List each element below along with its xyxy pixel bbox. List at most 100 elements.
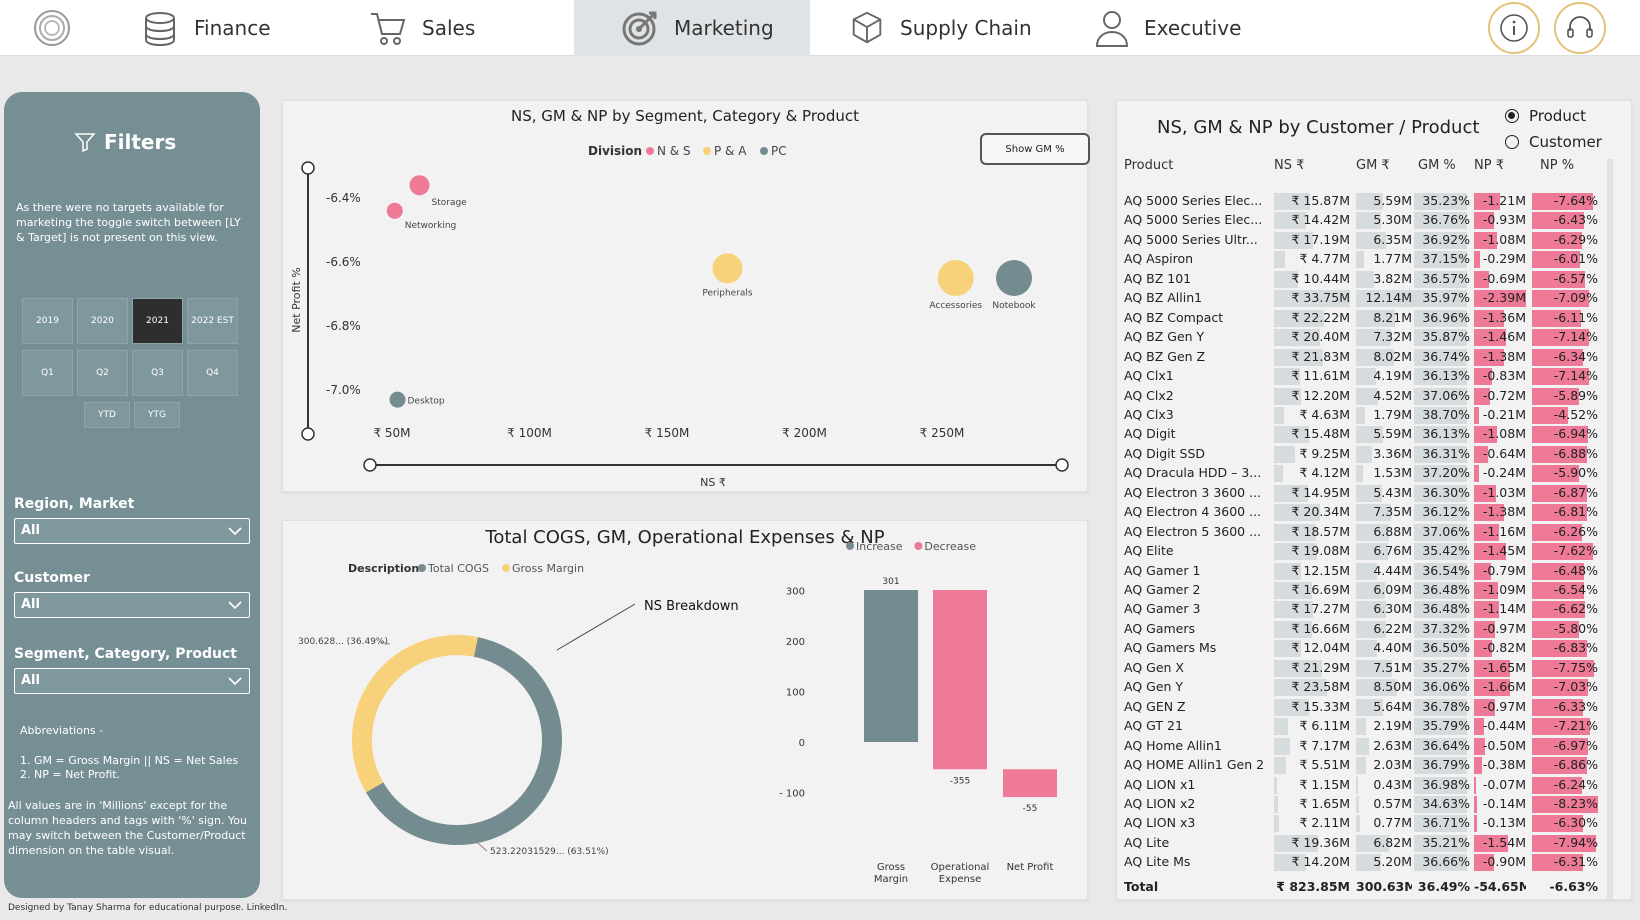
nav-sales[interactable]: Sales	[368, 0, 508, 56]
table-cell: -1.16M	[1482, 523, 1526, 539]
table-row[interactable]: AQ BZ Allin1 ₹ 33.75M 12.14M 35.97% -2.39M -7…	[1124, 289, 1604, 308]
table-row[interactable]: AQ Electron 5 3600 ... ₹ 18.57M 6.88M 37.06…	[1124, 523, 1604, 542]
wf-bar-1[interactable]	[933, 589, 987, 770]
table-row[interactable]: AQ BZ Gen Z ₹ 21.83M 8.02M 36.74% -1.38M -6.3…	[1124, 348, 1604, 367]
table-cell: 0.77M	[1373, 815, 1412, 831]
quarter-q3[interactable]: Q3	[132, 350, 183, 396]
table-cell: ₹ 14.42M	[1291, 212, 1351, 228]
table-cell: AQ HOME Allin1 Gen 2	[1124, 757, 1264, 773]
scatter-point-accessories[interactable]	[937, 260, 974, 296]
wf-bar-0[interactable]	[864, 589, 918, 742]
table-row[interactable]: AQ Gamers Ms ₹ 12.04M 4.40M 36.50% -0.82M -6.…	[1124, 639, 1604, 658]
wf-bar-2[interactable]	[1003, 769, 1057, 798]
table-row[interactable]: AQ Gamer 1 ₹ 12.15M 4.44M 36.54% -0.79M -6.48…	[1124, 562, 1604, 581]
segment-select[interactable]: All	[14, 668, 250, 694]
scatter-point-desktop[interactable]	[389, 391, 406, 408]
table-row[interactable]: AQ GEN Z ₹ 15.33M 5.64M 36.78% -0.97M -6.33%	[1124, 698, 1604, 717]
table-row[interactable]: AQ Aspiron ₹ 4.77M 1.77M 37.15% -0.29M -6.01%	[1124, 250, 1604, 269]
nav-supply-chain[interactable]: Supply Chain	[848, 0, 1048, 56]
y-slider-handle-bottom[interactable]	[301, 427, 315, 441]
table-cell: -7.94%	[1553, 834, 1598, 850]
year-2020[interactable]: 2020	[77, 298, 128, 344]
col-header-np-pct[interactable]: NP %	[1540, 158, 1574, 173]
table-row[interactable]: AQ Gen X ₹ 21.29M 7.51M 35.27% -1.65M -7.75%	[1124, 659, 1604, 678]
col-header-gm[interactable]: GM ₹	[1356, 158, 1390, 173]
table-cell: -6.43%	[1553, 212, 1598, 228]
nav-marketing[interactable]: Marketing	[574, 0, 810, 56]
wf-category-2-0: Net Profit	[1007, 862, 1054, 873]
quarter-q1[interactable]: Q1	[22, 350, 73, 396]
table-row[interactable]: AQ Digit SSD ₹ 9.25M 3.36M 36.31% -0.64M -6.8…	[1124, 445, 1604, 464]
table-cell: -0.72M	[1482, 387, 1526, 403]
radio-product[interactable]: Product	[1505, 107, 1586, 125]
period-ytd[interactable]: YTD	[84, 402, 130, 428]
scatter-point-peripherals[interactable]	[712, 253, 743, 284]
table-row[interactable]: AQ Home Allin1 ₹ 7.17M 2.63M 36.64% -0.50M -6…	[1124, 737, 1604, 756]
table-cell: AQ 5000 Series Elec...	[1124, 212, 1263, 228]
year-2021[interactable]: 2021	[132, 298, 183, 344]
support-button[interactable]	[1554, 2, 1606, 54]
period-ytg[interactable]: YTG	[134, 402, 180, 428]
wf-value-label-0: 301	[882, 577, 899, 587]
x-slider-handle-right[interactable]	[1055, 458, 1069, 472]
nav-finance[interactable]: Finance	[140, 0, 280, 56]
table-row[interactable]: AQ 5000 Series Elec... ₹ 14.42M 5.30M 36.76…	[1124, 211, 1604, 230]
donut-slice-gross-margin[interactable]	[352, 635, 478, 793]
table-row[interactable]: AQ Clx1 ₹ 11.61M 4.19M 36.13% -0.83M -7.14%	[1124, 367, 1604, 386]
table-row[interactable]: AQ Gamers ₹ 16.66M 6.22M 37.32% -0.97M -5.80%	[1124, 620, 1604, 639]
table-row[interactable]: AQ 5000 Series Ultr... ₹ 17.19M 6.35M 36.92…	[1124, 231, 1604, 250]
info-button[interactable]	[1488, 2, 1540, 54]
col-header-np[interactable]: NP ₹	[1474, 158, 1504, 173]
table-row[interactable]: AQ Gen Y ₹ 23.58M 8.50M 36.06% -1.66M -7.03%	[1124, 678, 1604, 697]
y-slider-handle-top[interactable]	[301, 161, 315, 175]
table-row[interactable]: AQ Gamer 3 ₹ 17.27M 6.30M 36.48% -1.14M -6.62…	[1124, 600, 1604, 619]
table-row[interactable]: AQ BZ Gen Y ₹ 20.40M 7.32M 35.87% -1.46M -7.1…	[1124, 328, 1604, 347]
wf-category-1-1: Expense	[939, 874, 981, 885]
table-row[interactable]: AQ LION x2 ₹ 1.65M 0.57M 34.63% -0.14M -8.23%	[1124, 795, 1604, 814]
table-row[interactable]: AQ LION x1 ₹ 1.15M 0.43M 36.98% -0.07M -6.24%	[1124, 776, 1604, 795]
table-row[interactable]: AQ Digit ₹ 15.48M 5.59M 36.13% -1.08M -6.94%	[1124, 425, 1604, 444]
table-total-row[interactable]: Total ₹ 823.85M 300.63M 36.49% -54.65M -6.63%	[1124, 878, 1604, 897]
table-cell: ₹ 33.75M	[1291, 290, 1351, 306]
table-row[interactable]: AQ GT 21 ₹ 6.11M 2.19M 35.79% -0.44M -7.21%	[1124, 717, 1604, 736]
col-header-product[interactable]: Product	[1124, 158, 1173, 173]
radio-customer[interactable]: Customer	[1505, 133, 1602, 151]
table-row[interactable]: AQ Clx3 ₹ 4.63M 1.79M 38.70% -0.21M -4.52%	[1124, 406, 1604, 425]
scatter-point-networking[interactable]	[386, 202, 403, 219]
table-row[interactable]: AQ Clx2 ₹ 12.20M 4.52M 37.06% -0.72M -5.89%	[1124, 387, 1604, 406]
table-cell: AQ Gamers	[1124, 620, 1196, 636]
customer-value: All	[21, 597, 40, 612]
table-row[interactable]: AQ Lite ₹ 19.36M 6.82M 35.21% -1.54M -7.94%	[1124, 834, 1604, 853]
wf-category-0-1: Margin	[874, 874, 908, 885]
customer-select[interactable]: All	[14, 592, 250, 618]
region-select[interactable]: All	[14, 518, 250, 544]
scatter-point-notebook[interactable]	[996, 260, 1032, 296]
table-cell: ₹ 12.20M	[1291, 387, 1351, 403]
table-row[interactable]: AQ BZ Compact ₹ 22.22M 8.21M 36.96% -1.36M -6…	[1124, 309, 1604, 328]
table-scrollbar[interactable]	[1607, 159, 1613, 899]
table-cell: ₹ 4.63M	[1299, 406, 1350, 422]
year-2022-est[interactable]: 2022 EST	[187, 298, 238, 344]
table-row[interactable]: AQ Electron 3 3600 ... ₹ 14.95M 5.43M 36.30…	[1124, 484, 1604, 503]
year-2019[interactable]: 2019	[22, 298, 73, 344]
table-row[interactable]: AQ Gamer 2 ₹ 16.69M 6.09M 36.48% -1.09M -6.54…	[1124, 581, 1604, 600]
table-row[interactable]: AQ Lite Ms ₹ 14.20M 5.20M 36.66% -0.90M -6.31…	[1124, 853, 1604, 872]
quarter-q4[interactable]: Q4	[187, 350, 238, 396]
col-header-ns[interactable]: NS ₹	[1274, 158, 1304, 173]
wf-legend-label-0: Increase	[856, 540, 903, 553]
table-row[interactable]: AQ Dracula HDD – 3... ₹ 4.12M 1.53M 37.20% -…	[1124, 464, 1604, 483]
col-header-gm-pct[interactable]: GM %	[1418, 158, 1456, 173]
nav-executive[interactable]: Executive	[1094, 0, 1254, 56]
table-cell: 6.82M	[1373, 834, 1412, 850]
quarter-q2[interactable]: Q2	[77, 350, 128, 396]
table-row[interactable]: AQ HOME Allin1 Gen 2 ₹ 5.51M 2.03M 36.79% -0…	[1124, 756, 1604, 775]
legend-label-2: PC	[771, 144, 787, 158]
table-row[interactable]: AQ LION x3 ₹ 2.11M 0.77M 36.71% -0.13M -6.30%	[1124, 814, 1604, 833]
table-row[interactable]: AQ BZ 101 ₹ 10.44M 3.82M 36.57% -0.69M -6.57%	[1124, 270, 1604, 289]
table-row[interactable]: AQ 5000 Series Elec... ₹ 15.87M 5.59M 35.23…	[1124, 192, 1604, 211]
table-row[interactable]: AQ Electron 4 3600 ... ₹ 20.34M 7.35M 36.12…	[1124, 503, 1604, 522]
table-cell: ₹ 23.58M	[1291, 679, 1351, 695]
table-row[interactable]: AQ Elite ₹ 19.08M 6.76M 35.42% -1.45M -7.62%	[1124, 542, 1604, 561]
scatter-point-storage[interactable]	[409, 175, 430, 196]
x-slider-handle-left[interactable]	[363, 458, 377, 472]
